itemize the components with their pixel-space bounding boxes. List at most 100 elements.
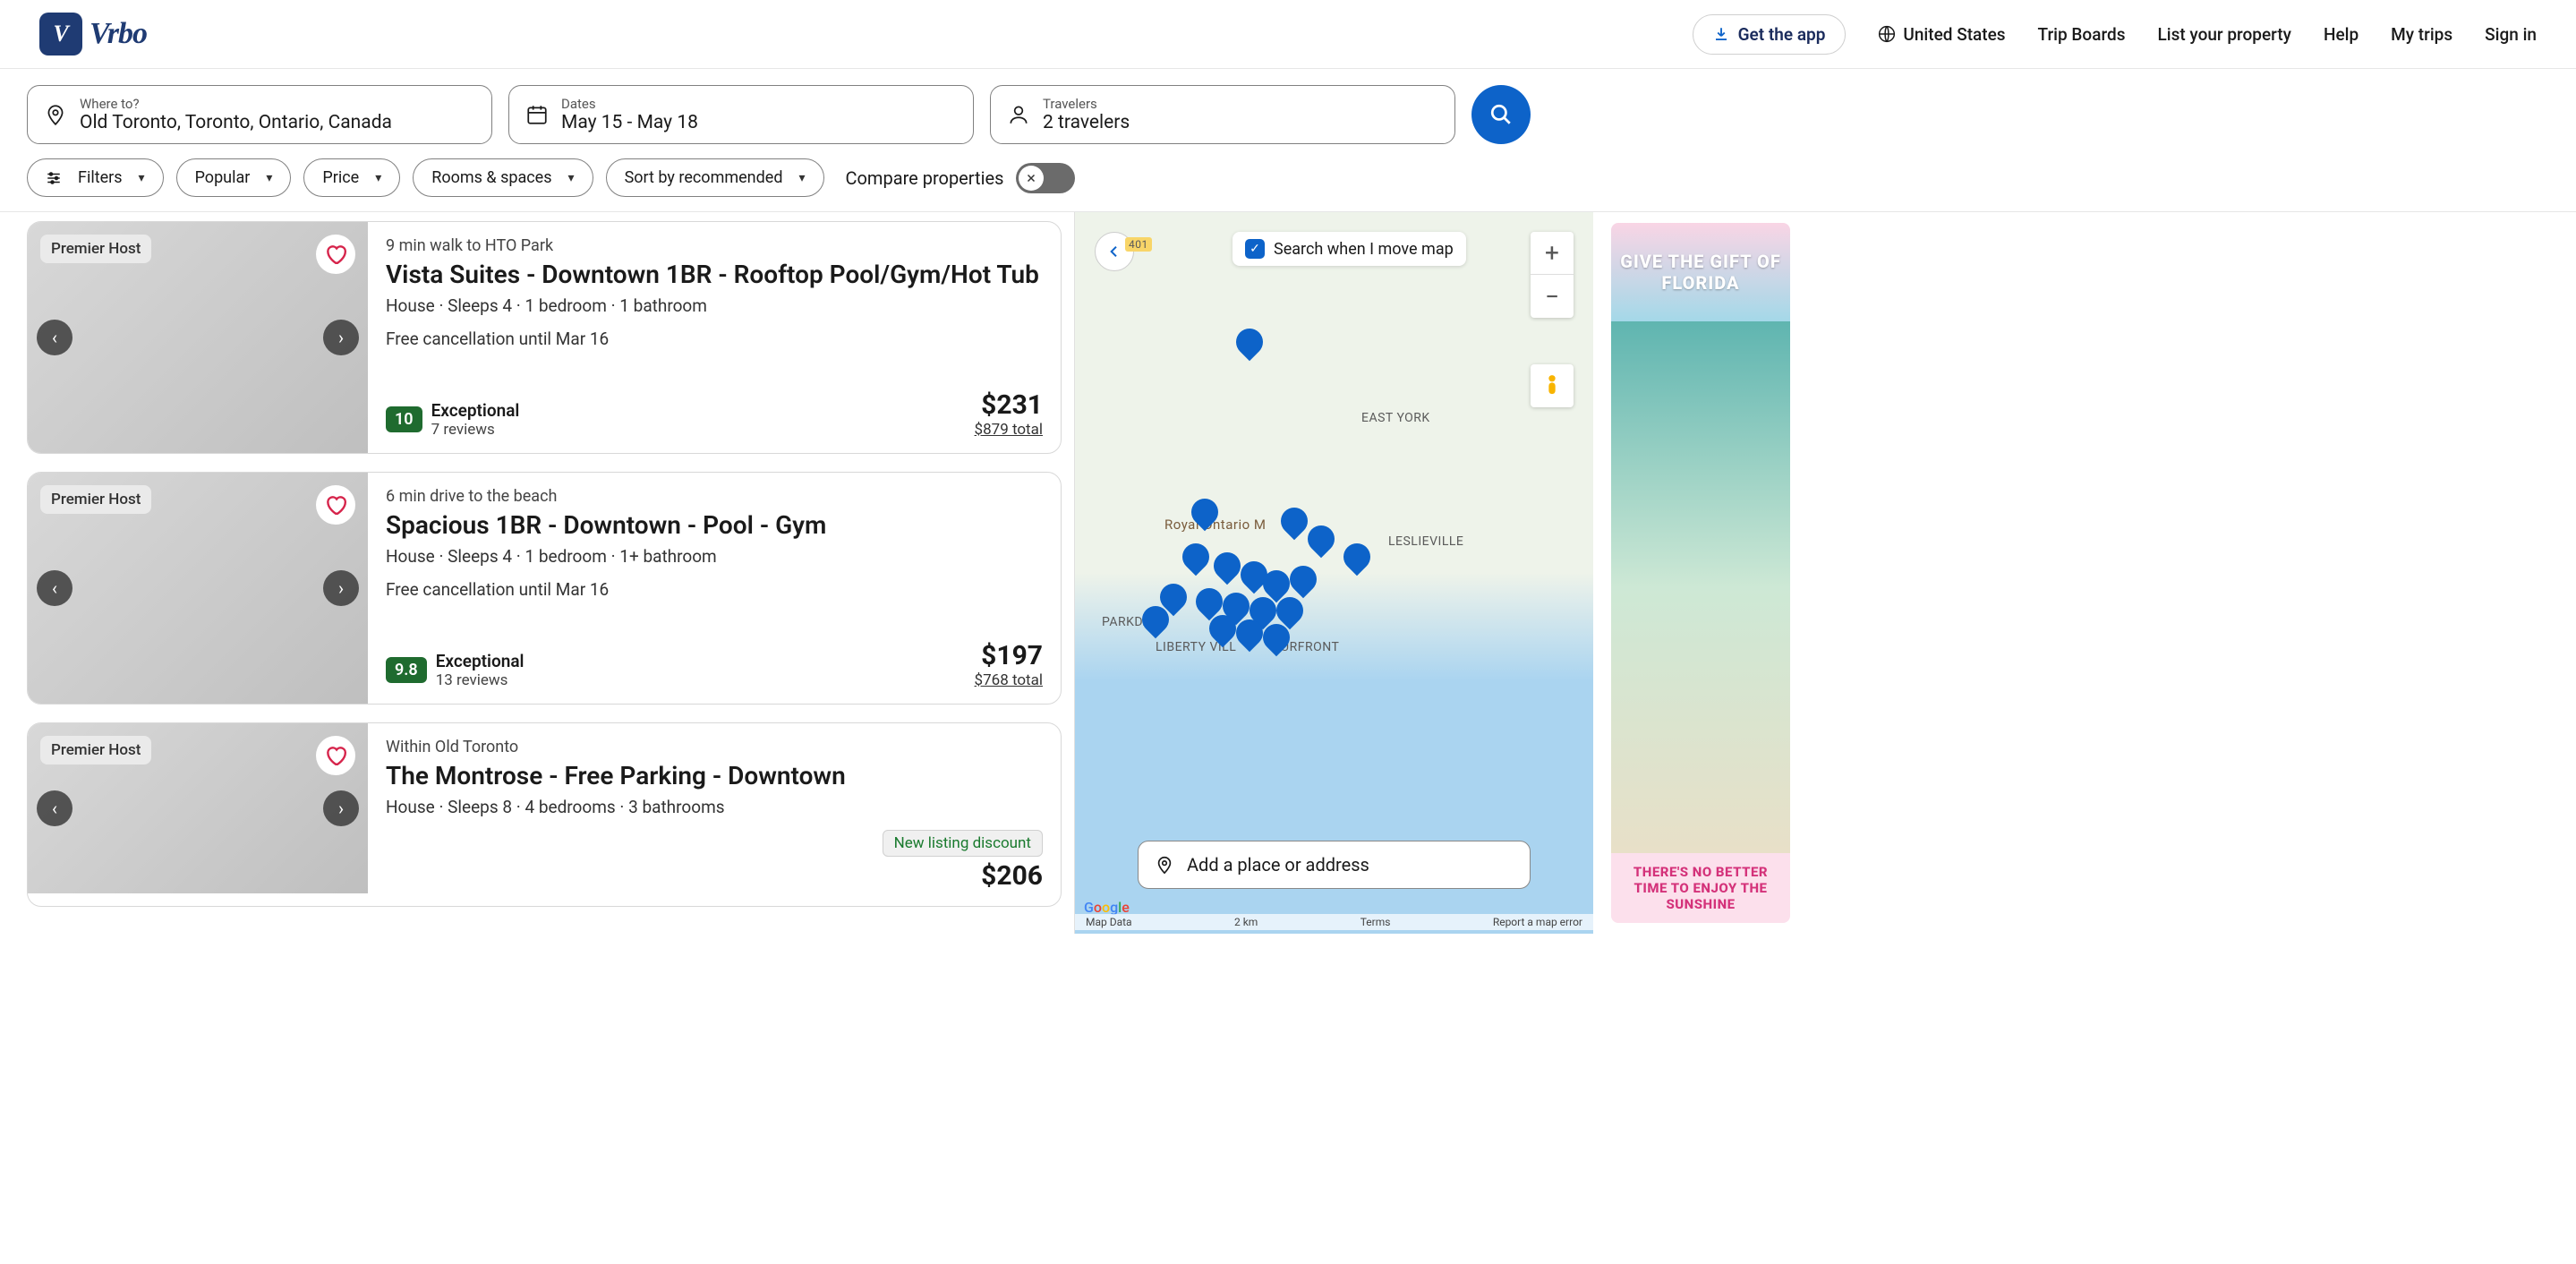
- map-scale: 2 km: [1229, 914, 1263, 930]
- map-pin[interactable]: [1177, 538, 1215, 576]
- search-icon: [1489, 103, 1513, 126]
- popular-label: Popular: [195, 168, 251, 187]
- search-bar: Where to? Old Toronto, Toronto, Ontario,…: [0, 69, 2576, 144]
- travelers-field[interactable]: Travelers 2 travelers: [990, 85, 1455, 144]
- region-selector[interactable]: United States: [1878, 24, 2005, 45]
- chevron-left-icon: [1107, 244, 1122, 259]
- search-when-move-toggle[interactable]: ✓ Search when I move map: [1233, 232, 1466, 266]
- listing-meta: House · Sleeps 8 · 4 bedrooms · 3 bathro…: [386, 797, 1043, 817]
- rating-score: 10: [386, 406, 422, 432]
- map-pin[interactable]: [1284, 560, 1322, 598]
- listing-cancellation: Free cancellation until Mar 16: [386, 579, 1043, 600]
- image-next-button[interactable]: ›: [323, 570, 359, 606]
- nav-list-property[interactable]: List your property: [2157, 24, 2291, 45]
- ad-headline: GIVE THE GIFT OF FLORIDA: [1611, 223, 1790, 321]
- popular-chip[interactable]: Popular ▾: [176, 158, 292, 197]
- destination-value: Old Toronto, Toronto, Ontario, Canada: [80, 112, 392, 133]
- checkbox-checked-icon: ✓: [1245, 239, 1265, 259]
- listing-location: Within Old Toronto: [386, 738, 1043, 756]
- sidebar-ad[interactable]: GIVE THE GIFT OF FLORIDA THERE'S NO BETT…: [1611, 223, 1790, 923]
- listing-card[interactable]: Premier Host ‹ › 9 min walk to HTO Park …: [27, 221, 1062, 454]
- nav-my-trips[interactable]: My trips: [2391, 24, 2452, 45]
- image-next-button[interactable]: ›: [323, 790, 359, 826]
- rating: 10 Exceptional 7 reviews: [386, 400, 519, 439]
- calendar-icon: [525, 103, 549, 126]
- map-area-label: EAST YORK: [1361, 411, 1430, 425]
- price-amount: $231: [975, 389, 1043, 421]
- map[interactable]: ✓ Search when I move map + − 401 EAST YO…: [1074, 212, 1593, 934]
- logo[interactable]: V Vrbo: [39, 13, 147, 56]
- listing-image: Premier Host ‹ ›: [28, 473, 368, 704]
- image-prev-button[interactable]: ‹: [37, 570, 73, 606]
- location-pin-icon: [44, 103, 67, 126]
- toggle-knob: [1019, 166, 1044, 191]
- listing-body: 9 min walk to HTO Park Vista Suites - Do…: [368, 222, 1061, 453]
- region-label: United States: [1903, 24, 2005, 45]
- get-app-button[interactable]: Get the app: [1693, 14, 1847, 55]
- rooms-chip[interactable]: Rooms & spaces ▾: [413, 158, 593, 197]
- map-area-label: URFRONT: [1281, 640, 1339, 654]
- price-total[interactable]: $879 total: [975, 421, 1043, 439]
- pegman-icon: [1542, 373, 1562, 398]
- listing-title: Spacious 1BR - Downtown - Pool - Gym: [386, 509, 1043, 541]
- listing-title: Vista Suites - Downtown 1BR - Rooftop Po…: [386, 259, 1043, 290]
- map-place-placeholder: Add a place or address: [1187, 854, 1369, 875]
- map-data-link[interactable]: Map Data: [1080, 914, 1138, 930]
- favorite-button[interactable]: [316, 235, 355, 274]
- listing-location: 9 min walk to HTO Park: [386, 236, 1043, 255]
- nav-sign-in[interactable]: Sign in: [2485, 24, 2537, 45]
- search-button[interactable]: [1471, 85, 1531, 144]
- price: $197 $768 total: [975, 640, 1043, 689]
- zoom-in-button[interactable]: +: [1531, 232, 1574, 275]
- image-prev-button[interactable]: ‹: [37, 790, 73, 826]
- search-when-move-label: Search when I move map: [1274, 240, 1454, 259]
- chevron-down-icon: ▾: [798, 171, 805, 185]
- filters-label: Filters: [78, 168, 123, 187]
- travelers-value: 2 travelers: [1043, 112, 1130, 133]
- pegman-button[interactable]: [1531, 364, 1574, 407]
- sort-chip[interactable]: Sort by recommended ▾: [606, 158, 824, 197]
- rating-label: Exceptional: [436, 651, 525, 671]
- filters-chip[interactable]: Filters ▾: [27, 158, 164, 197]
- get-app-label: Get the app: [1738, 24, 1826, 45]
- rating: 9.8 Exceptional 13 reviews: [386, 651, 524, 689]
- premier-host-badge: Premier Host: [40, 485, 151, 514]
- price-label: Price: [322, 168, 359, 187]
- favorite-button[interactable]: [316, 736, 355, 775]
- rooms-label: Rooms & spaces: [431, 168, 551, 187]
- listing-card[interactable]: Premier Host ‹ › Within Old Toronto The …: [27, 722, 1062, 907]
- listing-location: 6 min drive to the beach: [386, 487, 1043, 506]
- map-pin[interactable]: [1302, 520, 1340, 558]
- premier-host-badge: Premier Host: [40, 235, 151, 263]
- dates-label: Dates: [561, 96, 698, 112]
- sort-label: Sort by recommended: [625, 168, 783, 187]
- listing-card[interactable]: Premier Host ‹ › 6 min drive to the beac…: [27, 472, 1062, 705]
- heart-icon: [324, 493, 347, 517]
- nav-trip-boards[interactable]: Trip Boards: [2038, 24, 2126, 45]
- nav-help[interactable]: Help: [2324, 24, 2358, 45]
- price-amount: $197: [975, 640, 1043, 671]
- price-total[interactable]: $768 total: [975, 671, 1043, 689]
- favorite-button[interactable]: [316, 485, 355, 525]
- destination-field[interactable]: Where to? Old Toronto, Toronto, Ontario,…: [27, 85, 492, 144]
- dates-field[interactable]: Dates May 15 - May 18: [508, 85, 974, 144]
- price: New listing discount $206: [883, 830, 1043, 892]
- listing-title: The Montrose - Free Parking - Downtown: [386, 760, 1043, 791]
- map-pin[interactable]: [1231, 323, 1268, 361]
- map-terms-link[interactable]: Terms: [1355, 914, 1396, 930]
- price-chip[interactable]: Price ▾: [303, 158, 400, 197]
- image-prev-button[interactable]: ‹: [37, 320, 73, 355]
- map-pin[interactable]: [1338, 538, 1376, 576]
- image-next-button[interactable]: ›: [323, 320, 359, 355]
- heart-icon: [324, 243, 347, 266]
- map-area-label: LESLIEVILLE: [1388, 534, 1463, 549]
- sliders-icon: [46, 170, 62, 186]
- close-icon: [1026, 173, 1036, 184]
- rating-reviews: 7 reviews: [431, 421, 520, 439]
- map-report-link[interactable]: Report a map error: [1488, 914, 1588, 930]
- compare-toggle[interactable]: [1016, 163, 1075, 193]
- results-list[interactable]: Premier Host ‹ › 9 min walk to HTO Park …: [0, 212, 1074, 934]
- map-place-search[interactable]: Add a place or address: [1138, 841, 1531, 889]
- header-nav: Get the app United States Trip Boards Li…: [1693, 14, 2537, 55]
- zoom-out-button[interactable]: −: [1531, 275, 1574, 318]
